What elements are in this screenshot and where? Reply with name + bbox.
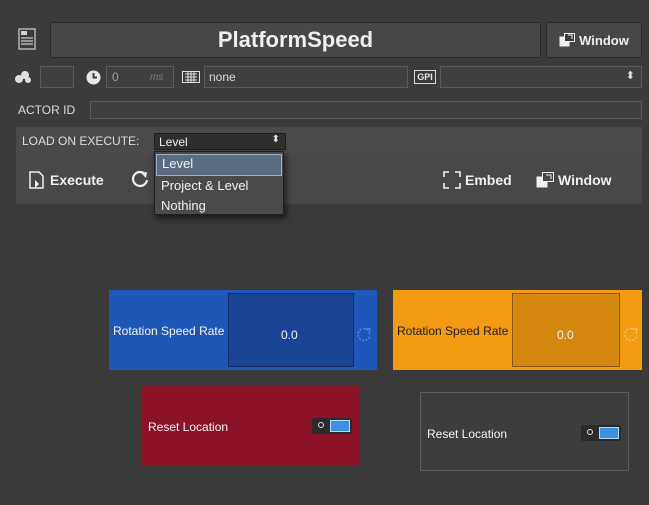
- execute-icon: [29, 171, 44, 189]
- reset-icon[interactable]: [623, 326, 639, 342]
- window-toolbar-label: Window: [558, 172, 612, 188]
- actor-id-label: ACTOR ID: [18, 103, 76, 117]
- load-on-execute-select[interactable]: Level ⬍: [154, 133, 286, 150]
- rotation-speed-rate-label: Rotation Speed Rate: [397, 324, 509, 338]
- layout-icon[interactable]: [16, 26, 38, 52]
- dropdown-option-project-and-level[interactable]: Project & Level: [156, 176, 282, 196]
- load-on-execute-value: Level: [159, 135, 188, 149]
- dropdown-option-level[interactable]: Level: [156, 154, 282, 176]
- delay-unit: ms: [150, 72, 164, 83]
- rotation-speed-rate-value-field[interactable]: 0.0: [228, 293, 354, 367]
- refresh-button[interactable]: [130, 168, 152, 192]
- delay-field[interactable]: 0 ms: [106, 66, 174, 88]
- dropdown-option-nothing[interactable]: Nothing: [156, 196, 282, 216]
- execute-label: Execute: [50, 172, 104, 188]
- gpi-icon: GPI: [413, 67, 437, 87]
- reset-location-widget-red[interactable]: Reset Location: [141, 386, 360, 466]
- embed-button[interactable]: Embed: [443, 169, 512, 191]
- window-button-top-label: Window: [579, 32, 629, 48]
- reset-location-label: Reset Location: [148, 420, 229, 434]
- select-arrows-icon: ⬍: [625, 70, 635, 82]
- window-button-toolbar[interactable]: Window: [536, 169, 612, 191]
- load-on-execute-dropdown: Level Project & Level Nothing: [154, 151, 284, 215]
- clock-icon: [84, 67, 102, 87]
- rotation-speed-rate-value-field[interactable]: 0.0: [512, 293, 620, 367]
- expand-icon: [443, 171, 461, 189]
- keyboard-shortcut-field[interactable]: none: [204, 66, 408, 88]
- window-icon: [536, 172, 554, 188]
- rotation-speed-rate-label: Rotation Speed Rate: [113, 324, 225, 338]
- delay-value: 0: [112, 70, 119, 84]
- gpi-label: GPI: [414, 70, 436, 84]
- execute-button[interactable]: Execute: [29, 169, 104, 191]
- embed-label: Embed: [465, 172, 512, 188]
- reset-location-widget-gray[interactable]: Reset Location: [420, 392, 629, 471]
- actor-id-field[interactable]: [90, 101, 642, 119]
- window-button-top[interactable]: Window: [546, 22, 642, 58]
- load-on-execute-label: LOAD ON EXECUTE:: [22, 134, 140, 148]
- channel-field[interactable]: [40, 66, 74, 88]
- page-title: PlatformSpeed: [217, 27, 374, 52]
- reset-icon[interactable]: [356, 326, 372, 342]
- gpi-select[interactable]: ⬍: [440, 66, 642, 88]
- refresh-icon: [132, 170, 149, 187]
- select-arrows-icon: ⬍: [271, 134, 280, 145]
- rotation-speed-rate-value: 0.0: [557, 328, 574, 342]
- reset-location-label: Reset Location: [427, 427, 508, 441]
- keyboard-icon: [180, 67, 202, 87]
- network-icon: [12, 67, 34, 87]
- window-icon: [559, 33, 576, 47]
- rotation-speed-rate-widget-orange[interactable]: Rotation Speed Rate 0.0: [393, 290, 642, 370]
- reset-location-toggle[interactable]: [581, 425, 621, 441]
- title-field: PlatformSpeed: [50, 22, 541, 58]
- reset-location-toggle[interactable]: [312, 418, 352, 434]
- keyboard-shortcut-value: none: [209, 70, 236, 84]
- rotation-speed-rate-widget-blue[interactable]: Rotation Speed Rate 0.0: [109, 290, 377, 370]
- rotation-speed-rate-value: 0.0: [281, 328, 298, 342]
